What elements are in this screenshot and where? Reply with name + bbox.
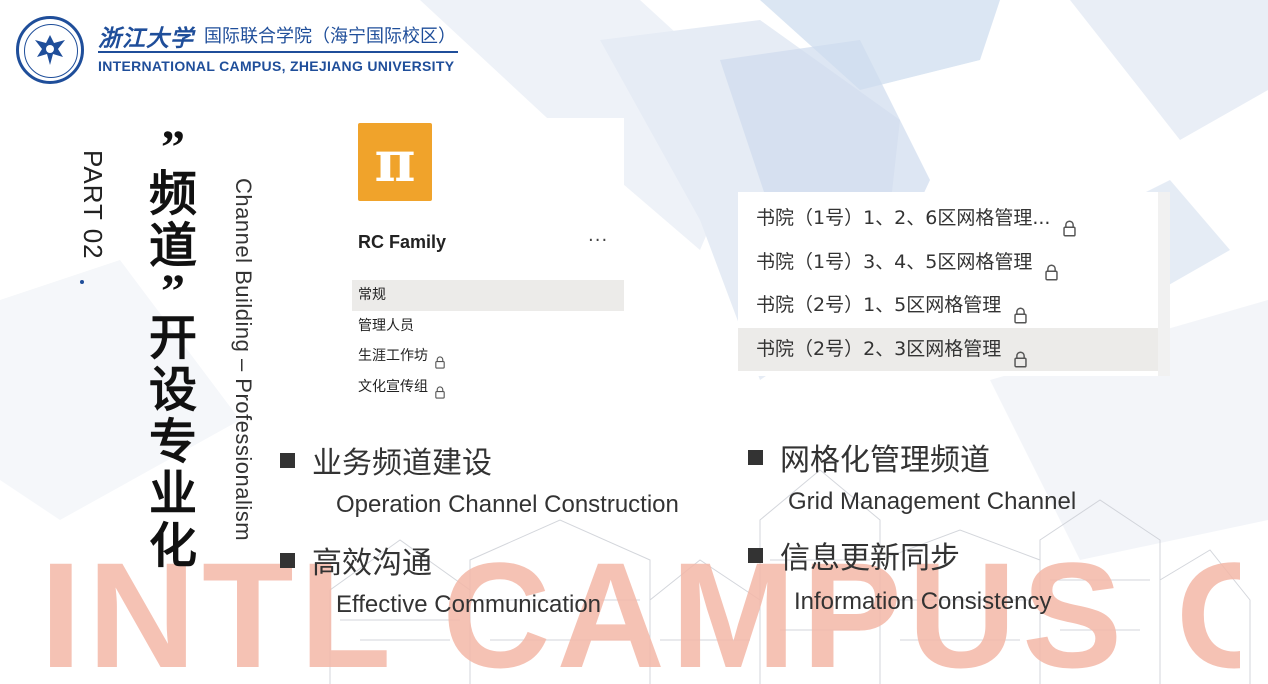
bullet-square-icon [280, 452, 295, 468]
section-title-en: Channel Building – Professionalism [231, 178, 256, 542]
scrollbar[interactable] [1158, 192, 1170, 376]
university-seal-logo [16, 16, 84, 84]
bullet-title: 高效沟通 [312, 546, 432, 581]
watermark-text: INTL CAMPUS OF ZJU [40, 540, 1240, 684]
grid-channel-list: 书院（1号）1、2、6区网格管理... 书院（1号）3、4、5区网格管理 书院（2号… [738, 197, 1158, 371]
grid-channel-panel: 书院（1号）1、2、6区网格管理... 书院（1号）3、4、5区网格管理 书院（2号… [738, 192, 1170, 376]
rc-family-team-panel: π RC Family ··· 常规管理人员生涯工作坊文化宣传组 [352, 118, 624, 414]
rc-channel-list: 常规管理人员生涯工作坊文化宣传组 [352, 280, 624, 402]
channel-item[interactable]: 文化宣传组 [352, 372, 624, 403]
bullet-subtitle: Information Consistency [794, 588, 1052, 615]
bullet-title: 业务频道建设 [312, 446, 492, 481]
university-name-cn: 浙江大学 [98, 25, 194, 52]
bullet-subtitle: Effective Communication [336, 591, 602, 618]
more-options-icon[interactable]: ··· [588, 230, 608, 251]
title-char: 频 [148, 166, 197, 222]
channel-item[interactable]: 书院（1号）3、4、5区网格管理 [738, 241, 1158, 285]
channel-item[interactable]: 常规 [352, 280, 624, 311]
eagle-icon [35, 35, 65, 65]
bullet-title: 信息更新同步 [780, 541, 960, 576]
bullet-grid-management: 网格化管理频道 [748, 435, 990, 479]
title-char: ” [161, 265, 185, 318]
channel-item[interactable]: 管理人员 [352, 311, 624, 342]
title-char: 开 [148, 310, 197, 366]
bullet-information-consistency: 信息更新同步 [748, 533, 960, 577]
bullet-subtitle: Operation Channel Construction [336, 491, 679, 518]
channel-label: 常规 [358, 287, 386, 303]
header-divider [98, 51, 458, 53]
lock-icon [1013, 341, 1028, 368]
bullet-square-icon [280, 552, 295, 568]
bullet-subtitle: Grid Management Channel [788, 488, 1077, 515]
part-dot [80, 280, 84, 284]
channel-item[interactable]: 生涯工作坊 [352, 341, 624, 372]
lock-icon [1062, 210, 1077, 237]
campus-name-cn: 国际联合学院（海宁国际校区） [204, 26, 456, 47]
part-label: PART 02 [78, 150, 108, 260]
title-char: 业 [148, 466, 197, 522]
bullet-operation-channel: 业务频道建设 [280, 438, 492, 482]
channel-label: 书院（2号）1、5区网格管理 [756, 294, 1002, 316]
channel-label: 文化宣传组 [358, 378, 428, 395]
channel-label: 管理人员 [358, 317, 414, 334]
campus-name-en: INTERNATIONAL CAMPUS, ZHEJIANG UNIVERSIT… [98, 58, 455, 74]
team-name[interactable]: RC Family [358, 232, 446, 253]
channel-item[interactable]: 书院（1号）1、2、6区网格管理... [738, 197, 1158, 241]
channel-label: 生涯工作坊 [358, 348, 428, 364]
lock-icon [1013, 297, 1028, 324]
channel-label: 书院（2号）2、3区网格管理 [756, 337, 1002, 360]
title-char: 化 [148, 518, 197, 574]
bullet-effective-communication: 高效沟通 [280, 538, 432, 582]
team-avatar-icon[interactable]: π [358, 123, 432, 201]
bullet-square-icon [748, 547, 763, 563]
lock-icon [434, 380, 446, 399]
channel-item[interactable]: 书院（2号）2、3区网格管理 [738, 327, 1158, 371]
lock-icon [434, 350, 446, 369]
title-char: 设 [148, 362, 197, 418]
section-title-cn: ” 频道” 开设专业化 [143, 121, 203, 574]
title-char: 专 [148, 414, 197, 470]
title-char: ” [161, 121, 185, 174]
channel-label: 书院（1号）1、2、6区网格管理... [756, 207, 1051, 229]
bullet-square-icon [748, 449, 763, 465]
channel-item[interactable]: 书院（2号）1、5区网格管理 [738, 284, 1158, 328]
channel-label: 书院（1号）3、4、5区网格管理 [756, 250, 1033, 273]
lock-icon [1044, 254, 1059, 281]
bullet-title: 网格化管理频道 [780, 443, 990, 478]
